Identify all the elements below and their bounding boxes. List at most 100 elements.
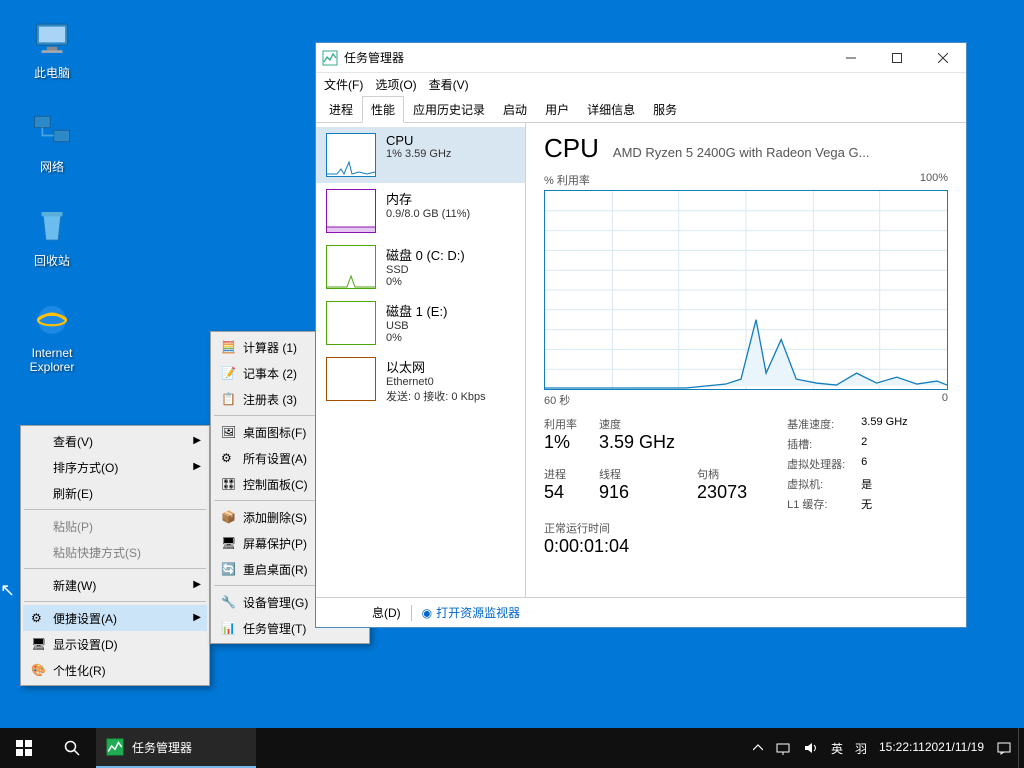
show-desktop-button[interactable] [1018,728,1024,768]
chevron-right-icon: ▶ [193,461,201,472]
ie-icon [28,296,76,344]
restart-icon: 🔄 [221,562,243,576]
desktop-icon-recycle-bin[interactable]: 回收站 [14,202,90,269]
desktop-context-menu: 查看(V)▶ 排序方式(O)▶ 刷新(E) 粘贴(P) 粘贴快捷方式(S) 新建… [20,425,210,686]
start-button[interactable] [0,728,48,768]
desktop-icons-icon: 🖼 [221,425,243,439]
chart-xlabel-right: 0 [942,392,948,408]
monitor-icon: ◉ [422,606,432,620]
taskbar-app-label: 任务管理器 [132,739,192,756]
desktop-icon-ie[interactable]: Internet Explorer [14,296,90,375]
menubar: 文件(F) 选项(O) 查看(V) [316,73,966,95]
taskbar: 任务管理器 英 羽 15:22:11 2021/11/19 [0,728,1024,768]
fewer-details-partial[interactable]: 息(D) [372,604,401,621]
tab-performance[interactable]: 性能 [362,96,404,123]
perf-stats-right: 基准速度:3.59 GHz 插槽:2 虚拟处理器:6 虚拟机:是 L1 缓存:无 [787,416,908,512]
system-tray: 英 羽 15:22:11 2021/11/19 [747,728,1024,768]
sidebar-item-ethernet[interactable]: 以太网Ethernet0发送: 0 接收: 0 Kbps [316,351,525,410]
open-resource-monitor-link[interactable]: ◉打开资源监视器 [422,604,521,621]
network-icon [28,108,76,156]
recycle-bin-icon [28,202,76,250]
chevron-right-icon: ▶ [193,435,201,446]
menu-options[interactable]: 选项(O) [369,74,422,95]
settings-icon: ⚙ [221,451,243,465]
device-mgr-icon: 🔧 [221,595,243,609]
desktop-icon-network[interactable]: 网络 [14,108,90,175]
tray-time: 15:22:11 [879,740,925,756]
sidebar-item-cpu[interactable]: CPU1% 3.59 GHz [316,127,525,183]
maximize-button[interactable] [874,43,920,73]
taskbar-app-taskmgr[interactable]: 任务管理器 [96,728,256,768]
mouse-cursor-icon: ↖ [0,580,15,601]
tab-details[interactable]: 详细信息 [578,96,644,123]
perf-stats-left: 利用率1% 速度3.59 GHz 进程54 线程916 句柄23073 [544,416,747,512]
control-panel-icon: 🎛 [221,477,243,491]
display-icon: 🖥 [31,637,53,651]
sidebar-item-disk1[interactable]: 磁盘 1 (E:)USB0% [316,295,525,351]
regedit-icon: 📋 [221,392,243,406]
menu-item-view[interactable]: 查看(V)▶ [23,428,207,454]
perf-title: CPU [544,133,599,164]
taskmgr-icon [322,50,338,66]
menu-item-personalize[interactable]: 🎨个性化(R) [23,657,207,683]
desktop-icon-label: 网络 [14,158,90,175]
tab-startup[interactable]: 启动 [494,96,536,123]
titlebar[interactable]: 任务管理器 [316,43,966,73]
tab-services[interactable]: 服务 [644,96,686,123]
tray-volume-icon[interactable] [797,728,825,768]
menu-file[interactable]: 文件(F) [318,74,369,95]
notepad-icon: 📝 [221,366,243,380]
menu-item-quick-settings[interactable]: ⚙便捷设置(A)▶ [23,605,207,631]
taskmgr-icon [106,738,124,756]
desktop-icon-label: Internet Explorer [14,346,90,375]
mini-chart-disk1 [326,301,376,345]
tray-action-center[interactable] [990,728,1018,768]
tab-app-history[interactable]: 应用历史记录 [404,96,494,123]
menu-item-new[interactable]: 新建(W)▶ [23,572,207,598]
tabs: 进程 性能 应用历史记录 启动 用户 详细信息 服务 [316,95,966,123]
settings-icon: ⚙ [31,611,53,625]
mini-chart-cpu [326,133,376,177]
mini-chart-disk0 [326,245,376,289]
perf-uptime: 正常运行时间 0:00:01:04 [544,520,948,557]
perf-footer: 息(D) ◉打开资源监视器 [316,597,966,627]
menu-separator [24,509,206,510]
window-title: 任务管理器 [344,49,828,66]
taskmgr-icon: 📊 [221,621,243,635]
tray-ime-mode[interactable]: 羽 [849,728,873,768]
chevron-right-icon: ▶ [193,612,201,623]
tray-ime-lang[interactable]: 英 [825,728,849,768]
screensaver-icon: 🖥 [221,536,243,550]
calculator-icon: 🧮 [221,340,243,354]
chart-xlabel-left: 60 秒 [544,392,570,408]
tray-overflow[interactable] [747,728,769,768]
desktop-icon-label: 此电脑 [14,64,90,81]
menu-separator [24,568,206,569]
mini-chart-ethernet [326,357,376,401]
menu-item-display-settings[interactable]: 🖥显示设置(D) [23,631,207,657]
mini-chart-memory [326,189,376,233]
personalize-icon: 🎨 [31,663,53,677]
tray-date: 2021/11/19 [925,740,984,756]
menu-item-paste-shortcut: 粘贴快捷方式(S) [23,539,207,565]
sidebar-item-disk0[interactable]: 磁盘 0 (C: D:)SSD0% [316,239,525,295]
tab-processes[interactable]: 进程 [320,96,362,123]
perf-main: CPU AMD Ryzen 5 2400G with Radeon Vega G… [526,123,966,597]
sidebar-item-memory[interactable]: 内存0.9/8.0 GB (11%) [316,183,525,239]
menu-item-paste: 粘贴(P) [23,513,207,539]
tray-clock[interactable]: 15:22:11 2021/11/19 [873,728,990,768]
tray-network-icon[interactable] [769,728,797,768]
chevron-right-icon: ▶ [193,579,201,590]
perf-subtitle: AMD Ryzen 5 2400G with Radeon Vega G... [613,145,948,160]
close-button[interactable] [920,43,966,73]
minimize-button[interactable] [828,43,874,73]
desktop-icon-this-pc[interactable]: 此电脑 [14,14,90,81]
search-button[interactable] [48,728,96,768]
menu-view[interactable]: 查看(V) [423,74,475,95]
task-manager-window: 任务管理器 文件(F) 选项(O) 查看(V) 进程 性能 应用历史记录 启动 … [315,42,967,628]
add-remove-icon: 📦 [221,510,243,524]
menu-item-sort[interactable]: 排序方式(O)▶ [23,454,207,480]
footer-divider [411,605,412,621]
tab-users[interactable]: 用户 [536,96,578,123]
menu-item-refresh[interactable]: 刷新(E) [23,480,207,506]
